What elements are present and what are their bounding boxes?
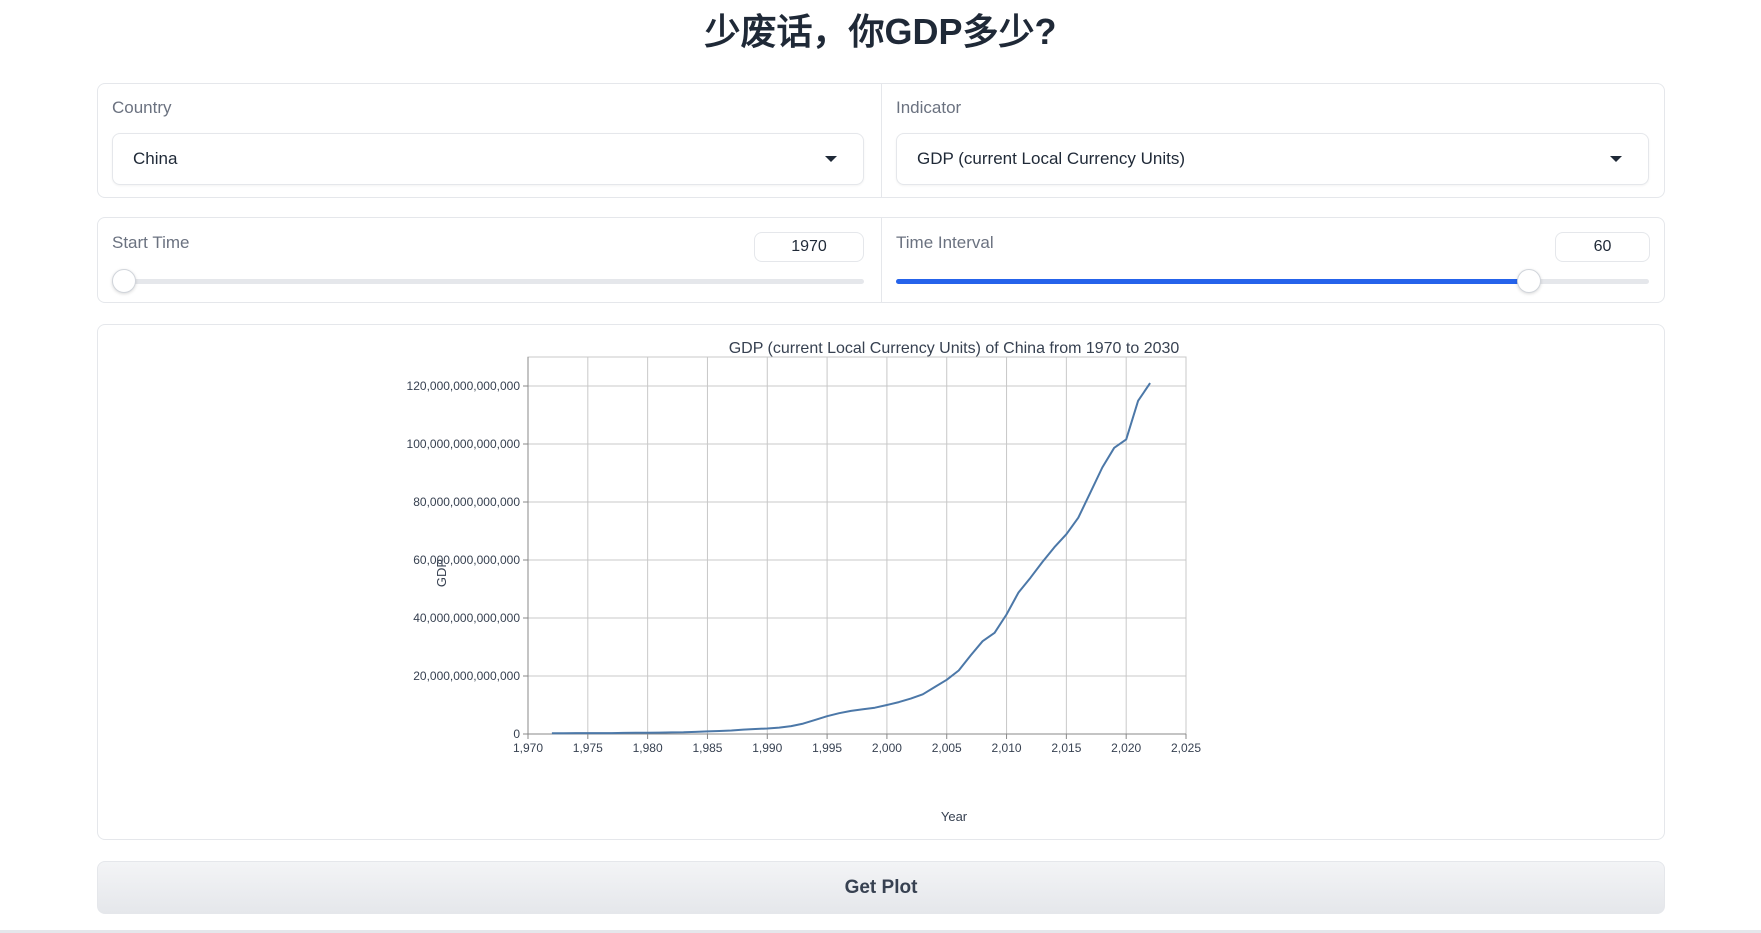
country-value: China (133, 149, 178, 168)
start-time-slider-track[interactable] (112, 279, 864, 284)
gdp-series-line (551, 382, 1151, 735)
plot-area-frame (527, 356, 1187, 735)
panel-divider (881, 84, 882, 197)
x-axis-label: Year (941, 809, 968, 824)
y-tick-label: 40,000,000,000,000 (413, 611, 520, 625)
y-tick-label: 120,000,000,000,000 (407, 379, 521, 393)
start-time-label: Start Time (112, 233, 190, 252)
selection-panel: Country China Indicator GDP (current Loc… (97, 83, 1665, 198)
y-tick-label: 20,000,000,000,000 (413, 669, 520, 683)
time-interval-input[interactable]: 60 (1555, 232, 1650, 262)
start-time-input[interactable]: 1970 (754, 232, 864, 262)
y-tick-label: 0 (513, 727, 520, 741)
x-tick-label: 2,020 (1111, 741, 1141, 755)
x-tick-label: 1,970 (513, 741, 543, 755)
start-time-slider-thumb[interactable] (112, 269, 136, 293)
x-tick-label: 1,985 (692, 741, 722, 755)
x-tick-label: 1,980 (633, 741, 663, 755)
x-tick-label: 1,975 (573, 741, 603, 755)
time-interval-slider-thumb[interactable] (1517, 269, 1541, 293)
country-label: Country (112, 98, 172, 117)
plot-panel: GDP (current Local Currency Units) of Ch… (97, 324, 1665, 840)
time-panel: Start Time 1970 Time Interval 60 (97, 217, 1665, 303)
indicator-dropdown[interactable]: GDP (current Local Currency Units) (896, 133, 1649, 185)
y-tick-label: 60,000,000,000,000 (413, 553, 520, 567)
chart-grid (527, 356, 1187, 735)
gdp-line-chart: GDP (current Local Currency Units) of Ch… (407, 340, 1202, 824)
x-tick-label: 2,010 (992, 741, 1022, 755)
country-dropdown[interactable]: China (112, 133, 864, 185)
x-tick-label: 1,995 (812, 741, 842, 755)
indicator-label: Indicator (896, 98, 962, 117)
indicator-value: GDP (current Local Currency Units) (917, 149, 1185, 168)
time-interval-slider-fill (896, 279, 1529, 284)
time-interval-label: Time Interval (896, 233, 994, 252)
chart-series (551, 382, 1151, 735)
get-plot-button[interactable]: Get Plot (97, 861, 1665, 914)
x-tick-label: 2,000 (872, 741, 902, 755)
y-tick-label: 100,000,000,000,000 (407, 437, 521, 451)
x-tick-label: 1,990 (752, 741, 782, 755)
y-tick-label: 80,000,000,000,000 (413, 495, 520, 509)
panel-divider (881, 218, 882, 302)
chevron-down-icon (825, 156, 837, 162)
page-title: 少废话，你GDP多少? (704, 11, 1057, 52)
chevron-down-icon (1610, 156, 1622, 162)
chart-axes: 1,970 1,975 1,980 1,985 1,990 1,995 2,000 2,005… (407, 357, 1201, 755)
x-tick-label: 2,015 (1051, 741, 1081, 755)
chart-title: GDP (current Local Currency Units) of Ch… (729, 340, 1180, 357)
y-axis-label: GDP (434, 559, 449, 587)
x-tick-label: 2,025 (1171, 741, 1201, 755)
x-tick-label: 2,005 (932, 741, 962, 755)
